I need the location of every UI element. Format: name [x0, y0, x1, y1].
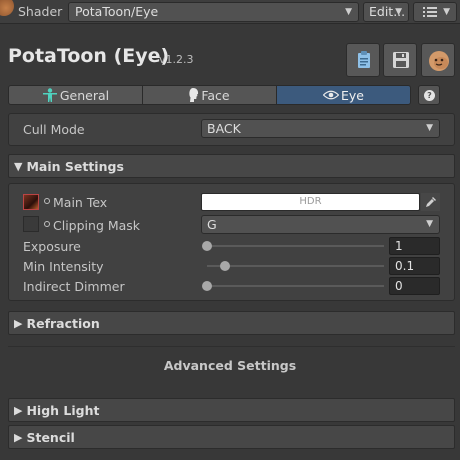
- collapsed-triangle-icon: ▶: [14, 316, 23, 330]
- clipboard-button[interactable]: [346, 43, 380, 77]
- tab-general[interactable]: General: [9, 86, 143, 104]
- min-intensity-slider-track[interactable]: [207, 265, 384, 267]
- tab-face-label: Face: [201, 87, 230, 103]
- main-tex-label: Main Tex: [53, 195, 108, 210]
- help-button[interactable]: ?: [418, 85, 440, 105]
- save-button[interactable]: [383, 43, 417, 77]
- high-light-header[interactable]: ▶ High Light: [8, 398, 455, 422]
- clipping-mask-label: Clipping Mask: [53, 218, 141, 233]
- exposure-slider-track[interactable]: [207, 245, 384, 247]
- chevron-down-icon: ▼: [443, 7, 450, 17]
- tab-eye[interactable]: Eye: [277, 86, 410, 104]
- expanded-triangle-icon: ▼: [14, 159, 23, 173]
- exposure-slider-handle[interactable]: [202, 241, 212, 251]
- main-tex-thumbnail[interactable]: [23, 194, 39, 210]
- divider: [8, 346, 455, 347]
- tab-face[interactable]: Face: [143, 86, 277, 104]
- main-settings-title: Main Settings: [26, 158, 124, 174]
- cull-mode-value: BACK: [207, 121, 241, 136]
- shader-menu-button[interactable]: ▼: [413, 2, 457, 22]
- advanced-settings-heading: Advanced Settings: [163, 358, 297, 373]
- main-tex-color-field[interactable]: HDR: [201, 193, 420, 211]
- refraction-title: Refraction: [26, 315, 100, 331]
- eyedropper-button[interactable]: [421, 193, 440, 211]
- save-icon: [393, 52, 409, 68]
- target-icon: [44, 221, 50, 227]
- head-profile-icon: [189, 88, 199, 102]
- category-tabs: General Face Eye: [8, 85, 411, 105]
- chevron-down-icon: ▼: [426, 219, 433, 229]
- potato-avatar-button[interactable]: [421, 43, 455, 77]
- min-intensity-slider-handle[interactable]: [219, 261, 230, 271]
- main-settings-header[interactable]: ▼ Main Settings: [8, 154, 455, 178]
- collapsed-triangle-icon: ▶: [14, 430, 23, 444]
- clipping-mask-thumbnail[interactable]: [23, 216, 39, 232]
- clipping-mask-value: G: [207, 217, 217, 232]
- page-title: PotaToon (Eye): [8, 45, 170, 67]
- person-icon: [42, 88, 57, 102]
- clipping-mask-dropdown[interactable]: G ▼: [201, 215, 440, 234]
- cull-mode-dropdown[interactable]: BACK ▼: [201, 119, 440, 138]
- min-intensity-label: Min Intensity: [23, 259, 104, 274]
- shader-dropdown-value: PotaToon/Eye: [75, 4, 159, 19]
- chevron-down-icon: ▼: [395, 7, 402, 17]
- help-icon: ?: [424, 90, 435, 101]
- eye-icon: [323, 90, 339, 100]
- target-icon: [44, 198, 50, 204]
- chevron-down-icon: ▼: [345, 7, 352, 17]
- collapsed-triangle-icon: ▶: [14, 403, 23, 417]
- edit-shader-button[interactable]: Edit... ▼: [363, 2, 409, 22]
- chevron-down-icon: ▼: [426, 123, 433, 133]
- shader-label: Shader: [18, 4, 63, 19]
- refraction-header[interactable]: ▶ Refraction: [8, 311, 455, 335]
- indirect-dimmer-label: Indirect Dimmer: [23, 279, 125, 294]
- stencil-header[interactable]: ▶ Stencil: [8, 425, 455, 449]
- indirect-dimmer-slider-handle[interactable]: [202, 281, 212, 291]
- exposure-label: Exposure: [23, 239, 81, 254]
- clipboard-icon: [358, 51, 370, 68]
- cull-mode-label: Cull Mode: [23, 122, 85, 137]
- min-intensity-input[interactable]: 0.1: [389, 257, 440, 275]
- tab-general-label: General: [59, 87, 110, 103]
- list-icon: [423, 7, 437, 17]
- version-label: v1.2.3: [159, 53, 194, 66]
- tab-eye-label: Eye: [341, 87, 364, 103]
- stencil-title: Stencil: [26, 429, 75, 445]
- shader-dropdown[interactable]: PotaToon/Eye ▼: [68, 2, 359, 22]
- potato-icon: [429, 51, 449, 71]
- high-light-title: High Light: [26, 402, 100, 418]
- indirect-dimmer-slider-track[interactable]: [207, 285, 384, 287]
- hdr-label: HDR: [299, 196, 322, 207]
- indirect-dimmer-input[interactable]: 0: [389, 277, 440, 295]
- eyedropper-icon: [426, 197, 436, 207]
- exposure-input[interactable]: 1: [389, 237, 440, 255]
